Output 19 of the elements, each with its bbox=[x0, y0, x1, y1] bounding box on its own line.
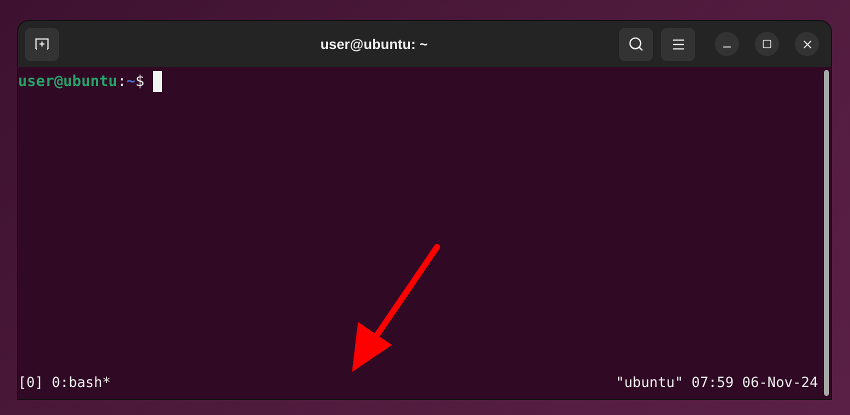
window-title: user@ubuntu: ~ bbox=[320, 34, 428, 54]
prompt-user-host: user@ubuntu bbox=[18, 71, 118, 92]
search-icon bbox=[628, 36, 644, 52]
new-tab-icon bbox=[35, 38, 49, 50]
tmux-window-list: [0] 0:bash* bbox=[18, 373, 111, 394]
menu-icon bbox=[670, 36, 686, 52]
scrollbar-thumb[interactable] bbox=[824, 70, 828, 396]
prompt-path: ~ bbox=[126, 71, 136, 92]
maximize-button[interactable] bbox=[755, 32, 779, 56]
prompt-symbol: $ bbox=[135, 71, 144, 92]
close-icon bbox=[800, 38, 814, 50]
text-cursor bbox=[153, 70, 162, 92]
new-tab-button[interactable] bbox=[25, 28, 59, 60]
search-button[interactable] bbox=[619, 28, 653, 60]
maximize-icon bbox=[762, 39, 772, 49]
menu-button[interactable] bbox=[661, 28, 695, 60]
tmux-status-info: "ubuntu" 07:59 06-Nov-24 bbox=[616, 374, 818, 393]
close-button[interactable] bbox=[795, 32, 819, 56]
prompt-separator: : bbox=[117, 71, 126, 92]
